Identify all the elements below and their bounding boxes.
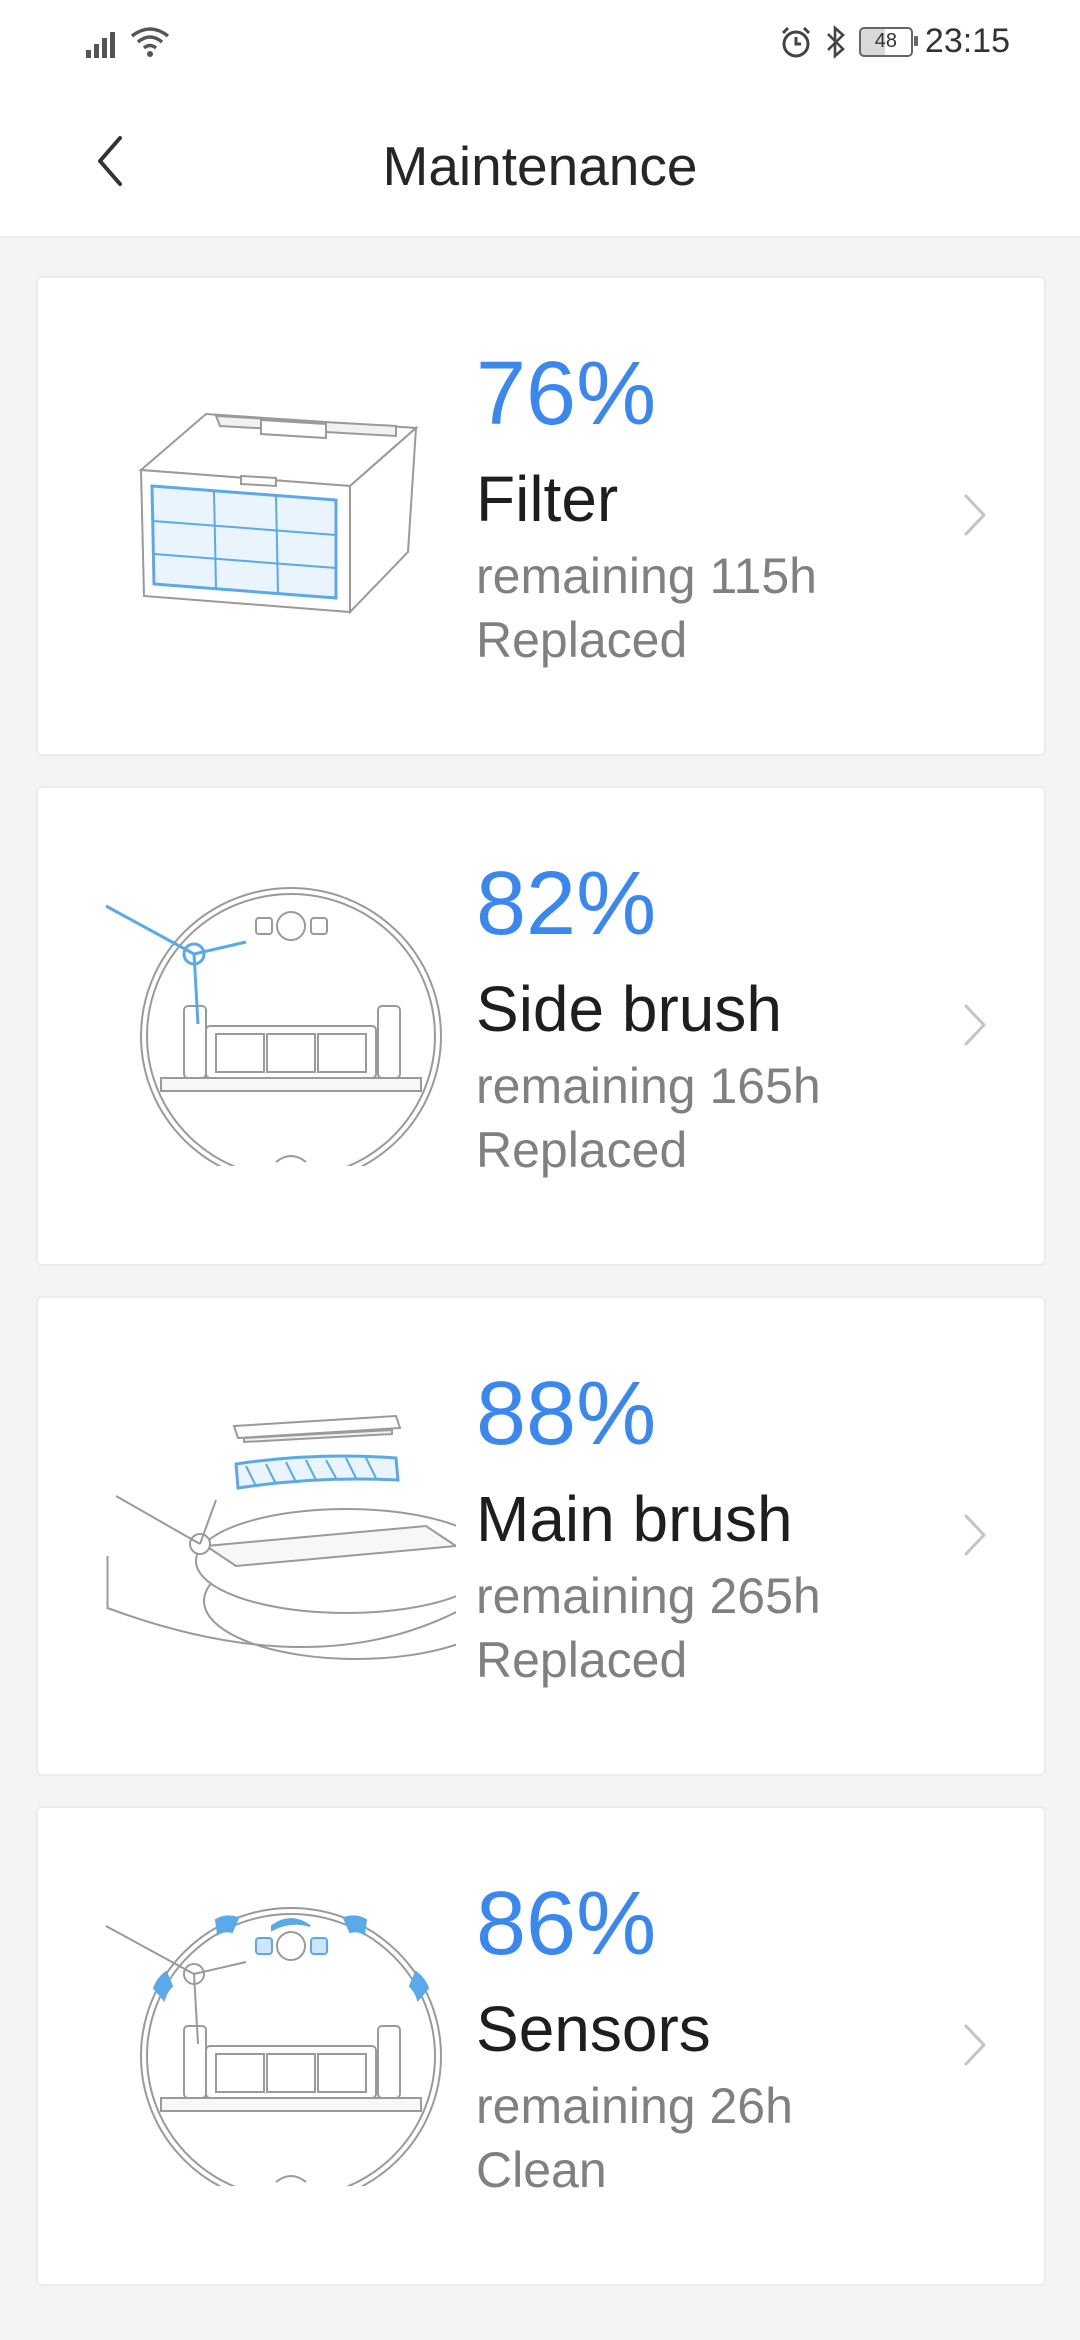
chevron-right-icon: [964, 1004, 986, 1046]
sensors-status: Clean: [476, 2142, 607, 2198]
main-brush-status: Replaced: [476, 1632, 688, 1688]
chevron-right-icon: [964, 1514, 986, 1556]
filter-status: Replaced: [476, 612, 688, 668]
card-text: 86% Sensors remaining 26h Clean: [476, 1874, 793, 2202]
side-brush-status: Replaced: [476, 1122, 688, 1178]
clock-time: 23:15: [924, 22, 1010, 60]
status-bar: 48 23:15: [0, 0, 1080, 90]
signal-icon: [86, 32, 115, 58]
side-brush-name: Side brush: [476, 973, 782, 1045]
card-text: 82% Side brush remaining 165h Replaced: [476, 854, 821, 1182]
main-brush-remaining: remaining 265h: [476, 1568, 821, 1624]
wifi-icon: [130, 27, 170, 57]
main-brush-name: Main brush: [476, 1483, 793, 1555]
side-brush-icon: [96, 886, 456, 1185]
sensors-icon: [96, 1906, 456, 2205]
filter-name: Filter: [476, 463, 619, 535]
page-title: Maintenance: [382, 135, 698, 197]
filter-icon: [96, 376, 456, 656]
maintenance-card-filter[interactable]: 76% Filter remaining 115h Replaced: [36, 276, 1046, 756]
maintenance-card-sensors[interactable]: 86% Sensors remaining 26h Clean: [36, 1806, 1046, 2286]
maintenance-card-main-brush[interactable]: 88% Main brush remaining 265h Replaced: [36, 1296, 1046, 1776]
sensors-name: Sensors: [476, 1993, 711, 2065]
chevron-right-icon: [964, 2024, 986, 2066]
card-text: 76% Filter remaining 115h Replaced: [476, 344, 817, 672]
status-right-group: 48 23:15: [779, 22, 1010, 61]
maintenance-card-side-brush[interactable]: 82% Side brush remaining 165h Replaced: [36, 786, 1046, 1266]
bluetooth-icon: [826, 24, 845, 59]
side-brush-percent: 82%: [476, 854, 657, 954]
sensors-remaining: remaining 26h: [476, 2078, 793, 2134]
filter-remaining: remaining 115h: [476, 548, 817, 604]
app-header: Maintenance: [0, 90, 1080, 238]
main-brush-percent: 88%: [476, 1364, 657, 1464]
alarm-icon: [781, 26, 810, 57]
battery-icon: 48: [858, 26, 918, 57]
chevron-right-icon: [964, 494, 986, 536]
status-left-group: [86, 26, 170, 58]
filter-percent: 76%: [476, 344, 657, 444]
main-brush-icon: [96, 1396, 509, 1676]
battery-level: 48: [874, 30, 898, 52]
card-text: 88% Main brush remaining 265h Replaced: [476, 1364, 821, 1692]
maintenance-list: 76% Filter remaining 115h Replaced 82% S…: [36, 276, 1046, 2316]
side-brush-remaining: remaining 165h: [476, 1058, 821, 1114]
sensors-percent: 86%: [476, 1874, 657, 1974]
